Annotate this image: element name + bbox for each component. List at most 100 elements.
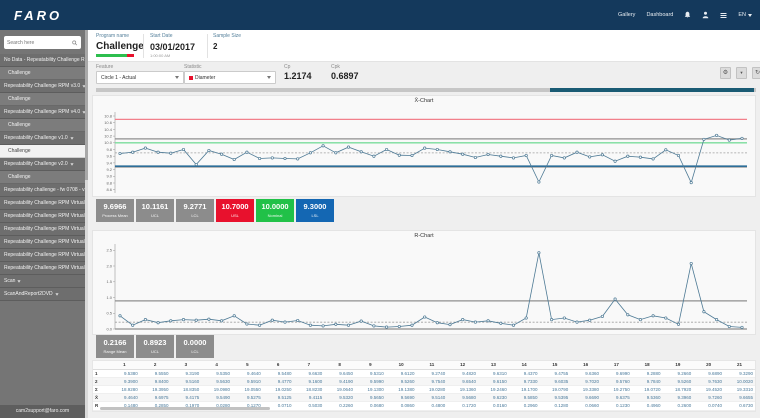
- table-cell: 9.6035: [540, 377, 571, 385]
- sidebar-item[interactable]: Challenge: [0, 93, 85, 106]
- table-column-header: 7: [294, 361, 325, 369]
- sidebar-item[interactable]: Repeatability Challenge RPM v3.0: [0, 80, 85, 93]
- table-cell: 9.5680: [447, 394, 478, 402]
- table-cell: 0.0740: [693, 402, 724, 410]
- stat-badge-usl: 10.7000USL: [216, 199, 254, 222]
- chevron-down-icon: [748, 14, 752, 17]
- cpk-value: 0.6897: [331, 71, 359, 81]
- sidebar-item[interactable]: Repeatability Challenge RPM v4.0: [0, 106, 85, 119]
- sidebar-item[interactable]: Challenge: [0, 119, 85, 132]
- language-selector[interactable]: EN: [738, 12, 752, 18]
- nav-gallery[interactable]: Gallery: [618, 12, 635, 18]
- sidebar-item[interactable]: Repeatability Challenge RPM VirtualDevi.…: [0, 210, 85, 223]
- table-cell: 19.0980: [201, 385, 232, 393]
- cp-value: 1.2174: [284, 71, 312, 81]
- stat-badge-nominal: 10.0000Nominal: [256, 199, 294, 222]
- sidebar-item[interactable]: Repeatability Challenge RPM VirtualDevi.…: [0, 249, 85, 262]
- table-cell: 9.6990: [601, 369, 632, 377]
- table-row: 29.39009.84009.51609.56309.59109.47709.1…: [93, 377, 755, 385]
- table-cell: 9.6360: [570, 369, 601, 377]
- table-cell: 19.0640: [324, 385, 355, 393]
- divider: [143, 34, 144, 58]
- sidebar-item[interactable]: Challenge: [0, 171, 85, 184]
- feature-select[interactable]: Circle 1 - Actual: [96, 71, 184, 84]
- user-icon[interactable]: [702, 11, 709, 19]
- filter-button[interactable]: ▼: [736, 67, 747, 79]
- nav-dashboard[interactable]: Dashboard: [646, 12, 673, 18]
- table-cell: 18.7920: [663, 385, 694, 393]
- feature-select-value: Circle 1 - Actual: [101, 75, 136, 81]
- sidebar-item[interactable]: Challenge: [0, 67, 85, 80]
- sidebar-item[interactable]: Repeatability Challenge RPM VirtualDevi.…: [0, 262, 85, 275]
- svg-text:9.0: 9.0: [106, 174, 112, 179]
- sidebar-footer-email: cam2support@faro.com: [0, 405, 85, 418]
- sidebar-item[interactable]: Repeatability Challenge RPM VirtualDevi.…: [0, 197, 85, 210]
- chevron-down-icon: [18, 280, 21, 282]
- table-cell: 9.6450: [324, 369, 355, 377]
- sidebar-item[interactable]: Repeatability Challenge v1.0: [0, 132, 85, 145]
- table-cell: 0.2260: [324, 402, 355, 410]
- sidebar-item[interactable]: Challenge: [0, 145, 85, 158]
- sidebar-item[interactable]: Repeatability Challenge v2.0: [0, 158, 85, 171]
- search-input[interactable]: [7, 40, 72, 46]
- chevron-down-icon: [267, 76, 271, 79]
- sidebar-item[interactable]: No Data - Repeatability Challenge RPM: [0, 54, 85, 67]
- table-cell: 9.8400: [140, 377, 171, 385]
- table-cell: 19.0250: [263, 385, 294, 393]
- bell-icon[interactable]: [684, 11, 691, 19]
- program-name-value: Challenge: [96, 41, 144, 52]
- table-cell: 9.5395: [540, 394, 571, 402]
- sample-size-group: Sample Size 2: [213, 33, 241, 51]
- scrollbar-thumb[interactable]: [550, 88, 754, 92]
- table-row: 19.53809.55509.31909.53509.46409.54809.6…: [93, 369, 755, 377]
- table-cell: 9.7540: [417, 377, 448, 385]
- table-cell: 9.5650: [355, 394, 386, 402]
- table-cell: 9.5350: [201, 369, 232, 377]
- svg-text:10.4: 10.4: [104, 127, 113, 132]
- table-cell: 9.7630: [693, 377, 724, 385]
- table-cell: 9.5850: [509, 394, 540, 402]
- refresh-icon: ↻: [755, 70, 760, 76]
- table-horizontal-scrollbar[interactable]: [100, 407, 270, 410]
- stat-badge-ucl: 10.1161UCL: [136, 199, 174, 222]
- table-cell: 19.3380: [570, 385, 601, 393]
- table-cell: 9.6120: [386, 369, 417, 377]
- sidebar-item[interactable]: Scan: [0, 275, 85, 288]
- top-header: FARO Gallery Dashboard EN: [0, 0, 760, 30]
- table-cell: 9.2740: [417, 369, 448, 377]
- table-column-header: 10: [386, 361, 417, 369]
- table-row-label: Σ: [93, 385, 109, 393]
- sidebar-item[interactable]: Repeatability Challenge RPM VirtualDevi.…: [0, 223, 85, 236]
- svg-text:9.2: 9.2: [106, 167, 112, 172]
- sidebar-item[interactable]: ScanAndReport2DVD: [0, 288, 85, 301]
- table-cell: 19.3310: [724, 385, 755, 393]
- table-column-header: 20: [693, 361, 724, 369]
- sidebar-item[interactable]: Repeatability Challenge RPM VirtualDevi.…: [0, 236, 85, 249]
- refresh-button[interactable]: ↻: [752, 67, 760, 79]
- table-cell: 9.5550: [140, 369, 171, 377]
- stat-badge-lcl: 9.2771LCL: [176, 199, 214, 222]
- sidebar-items-list: No Data - Repeatability Challenge RPMCha…: [0, 54, 85, 301]
- charts-horizontal-scrollbar[interactable]: [96, 88, 756, 92]
- table-cell: 19.1300: [355, 385, 386, 393]
- range-stats-badges: 0.2166Range Mean0.8923UCL0.0000LCL: [96, 335, 214, 358]
- table-cell: 9.5360: [632, 394, 663, 402]
- table-cell: 9.5630: [201, 377, 232, 385]
- chevron-down-icon: [55, 293, 58, 295]
- table-column-header: 11: [417, 361, 448, 369]
- table-cell: 9.5480: [263, 369, 294, 377]
- table-cell: 9.5275: [232, 394, 263, 402]
- sidebar-item[interactable]: Repeatability challenge - fw 0708 - v2: [0, 184, 85, 197]
- table-cell: 18.8230: [294, 385, 325, 393]
- table-column-header: 13: [478, 361, 509, 369]
- statistic-marker-icon: [189, 76, 193, 80]
- menu-list-icon[interactable]: [720, 12, 727, 19]
- table-cell: 9.6690: [570, 394, 601, 402]
- table-column-header: 19: [663, 361, 694, 369]
- program-progress-bar: [96, 54, 134, 57]
- start-date-group: Start Date 03/01/2017 1:00:00 AM: [150, 33, 195, 58]
- table-cell: 0.0860: [386, 402, 417, 410]
- statistic-select[interactable]: Diameter: [184, 71, 276, 84]
- settings-button[interactable]: ⚙: [720, 67, 731, 79]
- start-date-label: Start Date: [150, 33, 195, 39]
